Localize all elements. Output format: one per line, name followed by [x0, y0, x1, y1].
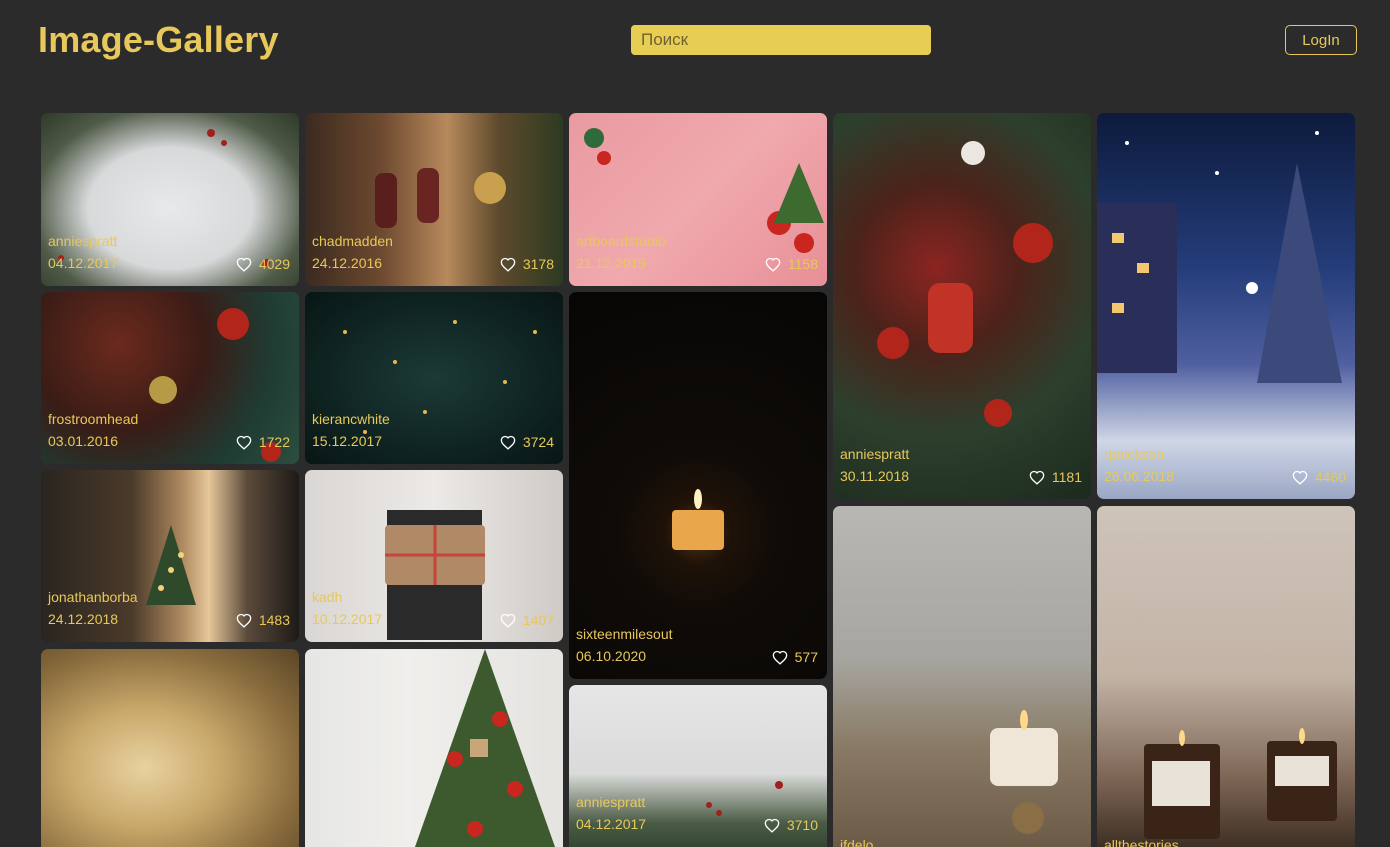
- gallery-card[interactable]: frostroomhead 03.01.2016 1722: [41, 292, 299, 464]
- likes-count: 577: [794, 649, 818, 665]
- heart-icon[interactable]: [1292, 470, 1308, 485]
- gallery-card[interactable]: kadh 10.12.2017 1407: [305, 470, 563, 642]
- gallery-card[interactable]: anniespratt 04.12.2017 3710: [569, 685, 827, 847]
- card-date: 24.12.2016: [312, 255, 383, 271]
- likes-count: 1483: [258, 612, 290, 628]
- likes-count: 1158: [787, 256, 818, 272]
- heart-icon[interactable]: [236, 613, 252, 628]
- card-author[interactable]: kierancwhite: [312, 411, 390, 427]
- likes-count: 1722: [258, 434, 290, 450]
- card-date: 10.12.2017: [312, 611, 383, 627]
- likes-count: 1407: [522, 612, 554, 628]
- gallery-card[interactable]: jfdelo: [833, 506, 1091, 847]
- photo-amber-candles: [1097, 506, 1355, 847]
- card-likes[interactable]: 1158: [765, 256, 818, 272]
- heart-icon[interactable]: [1029, 470, 1045, 485]
- photo-snowy-village-night: [1097, 113, 1355, 499]
- gallery-card[interactable]: rpnickson 26.06.2018 4460: [1097, 113, 1355, 499]
- gallery-card[interactable]: kierancwhite 15.12.2017 3724: [305, 292, 563, 464]
- gallery-card[interactable]: artboardstudio 21.12.2019 1158: [569, 113, 827, 286]
- heart-icon[interactable]: [500, 435, 516, 450]
- heart-icon[interactable]: [500, 613, 516, 628]
- gallery-card[interactable]: sixteenmilesout 06.10.2020 577: [569, 292, 827, 679]
- heart-icon[interactable]: [764, 818, 780, 833]
- photo-candle-wooden-tray: [833, 506, 1091, 847]
- card-author[interactable]: kadh: [312, 589, 342, 605]
- card-author[interactable]: anniespratt: [576, 794, 645, 810]
- gallery-card[interactable]: anniespratt 30.11.2018 1181: [833, 113, 1091, 499]
- likes-count: 4460: [1314, 469, 1346, 485]
- photo-decorated-tree: [305, 649, 563, 847]
- card-likes[interactable]: 4029: [236, 256, 290, 272]
- gallery-card[interactable]: anniespratt 04.12.2017 4029: [41, 113, 299, 286]
- gallery-card[interactable]: [41, 649, 299, 847]
- card-author[interactable]: allthestories: [1104, 837, 1179, 847]
- gallery-card[interactable]: chadmadden 24.12.2016 3178: [305, 113, 563, 286]
- heart-icon[interactable]: [765, 257, 781, 272]
- photo-candle-dark: [569, 292, 827, 679]
- likes-count: 4029: [258, 256, 290, 272]
- heart-icon[interactable]: [236, 435, 252, 450]
- card-date: 04.12.2017: [48, 255, 119, 271]
- card-author[interactable]: frostroomhead: [48, 411, 138, 427]
- card-author[interactable]: jfdelo: [840, 837, 873, 847]
- card-author[interactable]: anniespratt: [840, 446, 909, 462]
- card-author[interactable]: artboardstudio: [576, 233, 666, 249]
- card-likes[interactable]: 577: [772, 649, 818, 665]
- card-date: 21.12.2019: [576, 255, 647, 271]
- heart-icon[interactable]: [772, 650, 788, 665]
- card-author[interactable]: chadmadden: [312, 233, 393, 249]
- likes-count: 1181: [1051, 469, 1082, 485]
- gallery-card[interactable]: allthestories: [1097, 506, 1355, 847]
- image-gallery: anniespratt 04.12.2017 4029 frostroomhea…: [0, 0, 1390, 847]
- heart-icon[interactable]: [236, 257, 252, 272]
- likes-count: 3710: [786, 817, 818, 833]
- card-date: 24.12.2018: [48, 611, 119, 627]
- card-likes[interactable]: 1181: [1029, 469, 1082, 485]
- card-date: 04.12.2017: [576, 816, 647, 832]
- likes-count: 3724: [522, 434, 554, 450]
- card-date: 30.11.2018: [840, 468, 910, 484]
- gallery-card[interactable]: [305, 649, 563, 847]
- card-likes[interactable]: 3724: [500, 434, 554, 450]
- card-likes[interactable]: 3178: [500, 256, 554, 272]
- card-likes[interactable]: 4460: [1292, 469, 1346, 485]
- card-author[interactable]: sixteenmilesout: [576, 626, 673, 642]
- card-likes[interactable]: 1722: [236, 434, 290, 450]
- card-likes[interactable]: 1483: [236, 612, 290, 628]
- heart-icon[interactable]: [500, 257, 516, 272]
- card-likes[interactable]: 1407: [500, 612, 554, 628]
- gallery-card[interactable]: jonathanborba 24.12.2018 1483: [41, 470, 299, 642]
- card-author[interactable]: jonathanborba: [48, 589, 138, 605]
- card-author[interactable]: anniespratt: [48, 233, 117, 249]
- photo-tree-stocking-ornaments: [833, 113, 1091, 499]
- card-date: 26.06.2018: [1104, 468, 1175, 484]
- card-likes[interactable]: 3710: [764, 817, 818, 833]
- card-date: 15.12.2017: [312, 433, 383, 449]
- card-author[interactable]: rpnickson: [1104, 446, 1164, 462]
- photo-golden-glitter: [41, 649, 299, 847]
- likes-count: 3178: [522, 256, 554, 272]
- card-date: 03.01.2016: [48, 433, 119, 449]
- card-date: 06.10.2020: [576, 648, 647, 664]
